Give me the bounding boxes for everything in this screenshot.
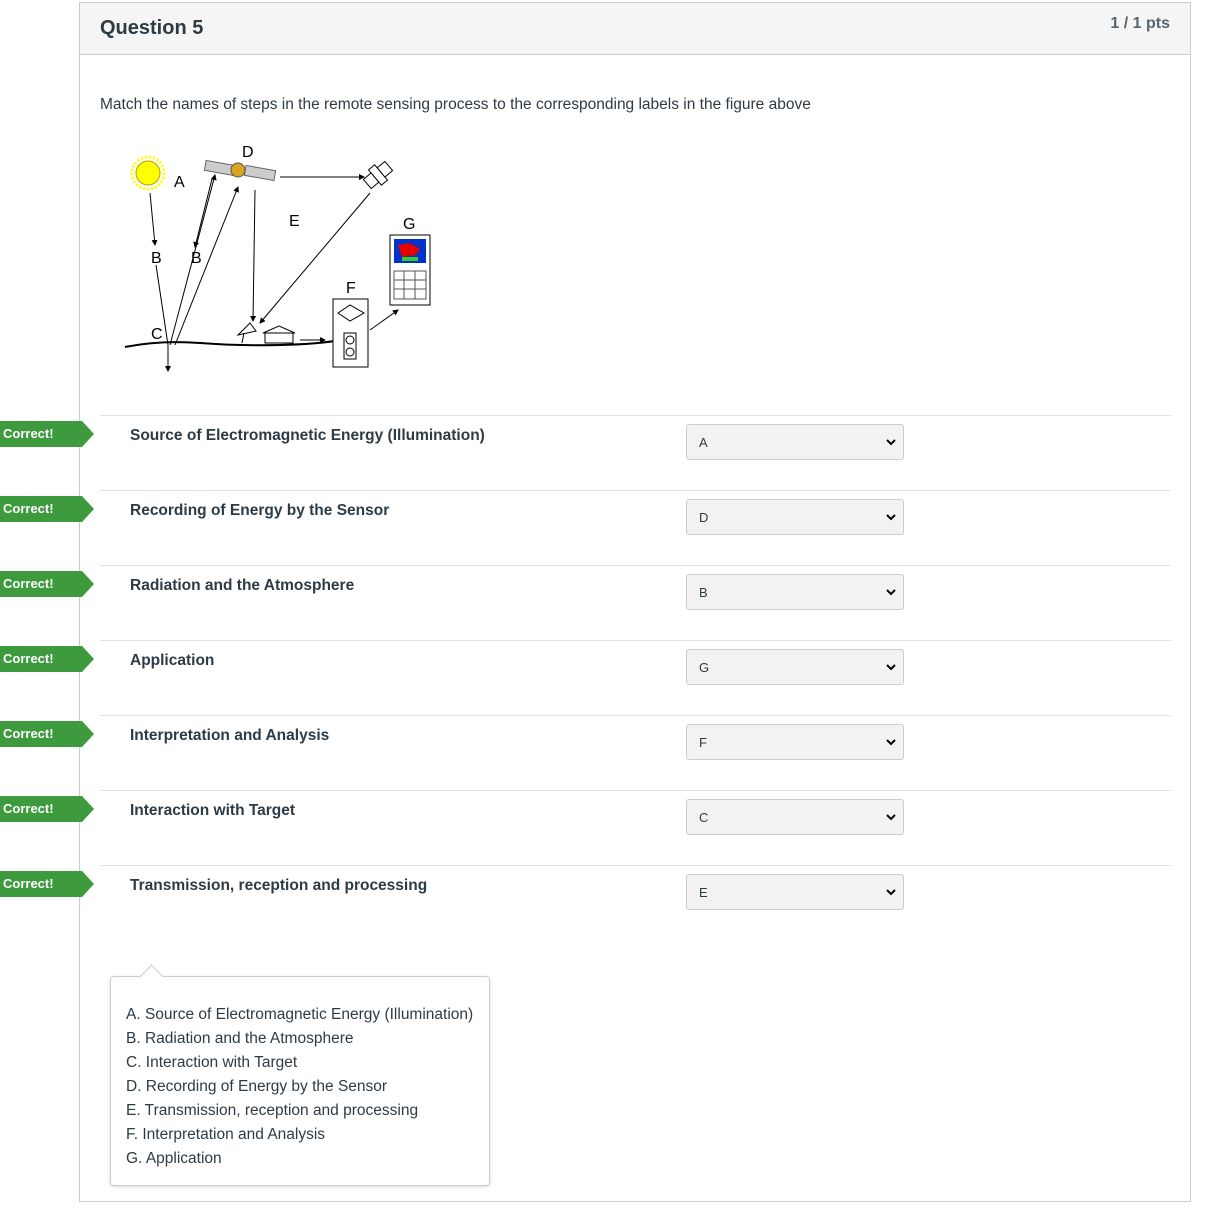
answer-row: Transmission, reception and processing E bbox=[100, 865, 1171, 941]
chevron-down-icon bbox=[886, 739, 896, 746]
answer-select[interactable]: D bbox=[686, 499, 904, 535]
correct-badge: Correct! bbox=[0, 646, 94, 672]
figure-label-a: A bbox=[174, 174, 185, 191]
correct-badge: Correct! bbox=[0, 571, 94, 597]
answer-row: Interaction with Target C bbox=[100, 790, 1171, 866]
answer-key-item: G. Application bbox=[126, 1150, 222, 1167]
figure-label-d: D bbox=[242, 144, 254, 161]
select-value: E bbox=[699, 885, 708, 900]
select-value: B bbox=[699, 585, 708, 600]
answer-label: Transmission, reception and processing bbox=[130, 877, 428, 894]
satellite-icon bbox=[203, 159, 277, 182]
answer-select[interactable]: B bbox=[686, 574, 904, 610]
answer-key-item: A. Source of Electromagnetic Energy (Ill… bbox=[126, 1006, 474, 1023]
remote-sensing-diagram: A B B C D E F G bbox=[124, 144, 431, 372]
answer-row: Source of Electromagnetic Energy (Illumi… bbox=[100, 415, 1171, 491]
correct-badge-label: Correct! bbox=[3, 576, 54, 591]
chevron-down-icon bbox=[886, 589, 896, 596]
answer-key-item: E. Transmission, reception and processin… bbox=[126, 1102, 419, 1119]
answer-label: Interpretation and Analysis bbox=[130, 727, 330, 744]
chevron-down-icon bbox=[886, 664, 896, 671]
correct-badge: Correct! bbox=[0, 421, 94, 447]
figure-label-e: E bbox=[289, 213, 300, 230]
answer-label: Interaction with Target bbox=[130, 802, 296, 819]
select-value: F bbox=[699, 735, 707, 750]
answer-select[interactable]: C bbox=[686, 799, 904, 835]
answer-select[interactable]: A bbox=[686, 424, 904, 460]
answer-key-item: D. Recording of Energy by the Sensor bbox=[126, 1078, 388, 1095]
correct-badge: Correct! bbox=[0, 796, 94, 822]
question-prompt: Match the names of steps in the remote s… bbox=[100, 96, 811, 113]
correct-badge: Correct! bbox=[0, 871, 94, 897]
select-value: C bbox=[699, 810, 709, 825]
answer-label: Recording of Energy by the Sensor bbox=[130, 502, 390, 519]
figure-label-b1: B bbox=[151, 250, 162, 267]
question-points: 1 / 1 pts bbox=[1110, 15, 1170, 32]
answer-row: Recording of Energy by the Sensor D bbox=[100, 490, 1171, 566]
correct-badge-label: Correct! bbox=[3, 501, 54, 516]
answer-key-list: A. Source of Electromagnetic Energy (Ill… bbox=[126, 1003, 473, 1171]
answer-row: Radiation and the Atmosphere B bbox=[100, 565, 1171, 641]
chevron-down-icon bbox=[886, 814, 896, 821]
answer-key-box: A. Source of Electromagnetic Energy (Ill… bbox=[110, 964, 490, 1186]
answer-label: Radiation and the Atmosphere bbox=[130, 577, 355, 594]
correct-badge: Correct! bbox=[0, 496, 94, 522]
select-value: G bbox=[699, 660, 710, 675]
answer-key-item: F. Interpretation and Analysis bbox=[126, 1126, 326, 1143]
relay-satellite-icon bbox=[362, 160, 394, 190]
application-box-icon bbox=[389, 234, 431, 306]
figure-label-c: C bbox=[151, 326, 163, 343]
answer-select[interactable]: F bbox=[686, 724, 904, 760]
correct-badge-label: Correct! bbox=[3, 876, 54, 891]
correct-badge-label: Correct! bbox=[3, 801, 54, 816]
figure-label-g: G bbox=[403, 216, 415, 233]
select-value: D bbox=[699, 510, 709, 525]
correct-badge-label: Correct! bbox=[3, 426, 54, 441]
select-value: A bbox=[699, 435, 708, 450]
correct-badge-label: Correct! bbox=[3, 651, 54, 666]
sun-icon bbox=[130, 155, 166, 191]
answer-key-item: B. Radiation and the Atmosphere bbox=[126, 1030, 354, 1047]
answer-select[interactable]: G bbox=[686, 649, 904, 685]
figure-label-b2: B bbox=[191, 250, 202, 267]
answer-row: Application G bbox=[100, 640, 1171, 716]
answer-label: Application bbox=[130, 652, 215, 669]
analysis-box-icon bbox=[332, 298, 369, 368]
answer-select[interactable]: E bbox=[686, 874, 904, 910]
answer-key-item: C. Interaction with Target bbox=[126, 1054, 298, 1071]
correct-badge: Correct! bbox=[0, 721, 94, 747]
chevron-down-icon bbox=[886, 514, 896, 521]
correct-badge-label: Correct! bbox=[3, 726, 54, 741]
question-title: Question 5 bbox=[100, 17, 204, 39]
chevron-down-icon bbox=[886, 439, 896, 446]
answer-row: Interpretation and Analysis F bbox=[100, 715, 1171, 791]
figure-label-f: F bbox=[346, 280, 356, 297]
chevron-down-icon bbox=[886, 889, 896, 896]
question-header: Question 5 1 / 1 pts bbox=[80, 3, 1190, 55]
ground-station-icon bbox=[236, 322, 296, 344]
answer-label: Source of Electromagnetic Energy (Illumi… bbox=[130, 427, 485, 444]
